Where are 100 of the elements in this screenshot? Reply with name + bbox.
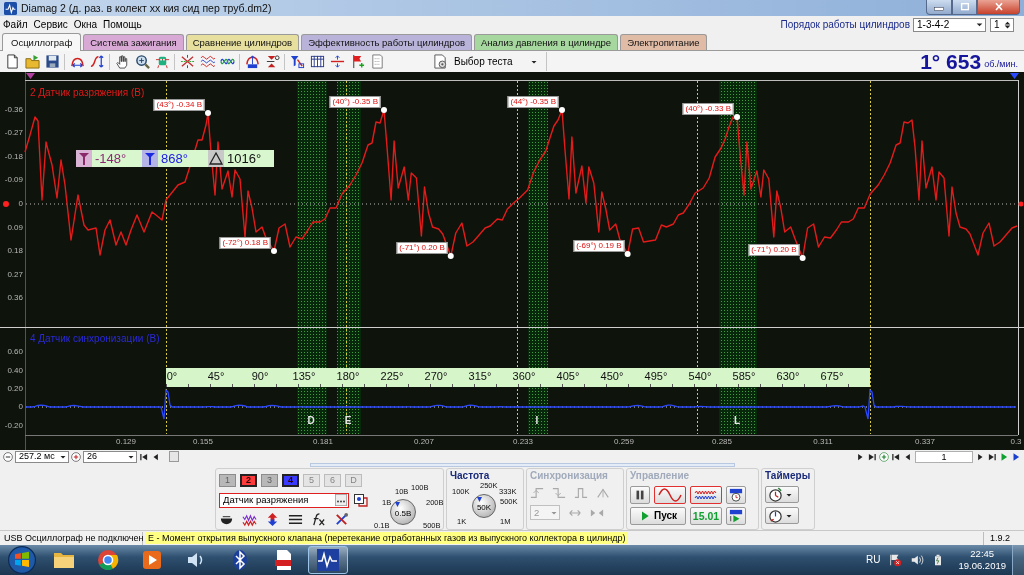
next-icon[interactable] bbox=[975, 451, 985, 462]
degree-label: 675° bbox=[820, 371, 844, 382]
lines-icon[interactable] bbox=[288, 512, 303, 527]
connection-status: USB Осциллограф не подключен bbox=[0, 531, 143, 545]
zoom-in-icon[interactable] bbox=[71, 451, 81, 462]
maximize-button[interactable] bbox=[952, 0, 977, 15]
cross-lines-icon[interactable] bbox=[179, 54, 195, 69]
clock-date[interactable]: 19.06.2019 bbox=[958, 560, 1006, 572]
menu-item[interactable]: Файл bbox=[0, 18, 31, 31]
sine-mode-button[interactable] bbox=[654, 486, 686, 504]
zigzag-icon[interactable] bbox=[242, 512, 257, 527]
tab[interactable]: Эффективность работы цилиндров bbox=[301, 34, 472, 50]
point-marker-icon bbox=[447, 253, 454, 259]
arc-auto-icon[interactable] bbox=[244, 54, 260, 69]
point-marker-icon bbox=[205, 110, 211, 116]
menu-item[interactable]: Окна bbox=[70, 18, 101, 31]
previous-icon[interactable] bbox=[151, 451, 161, 462]
tab[interactable]: Электропитание bbox=[620, 34, 707, 50]
timebase-select[interactable]: 257.2 мс bbox=[15, 450, 69, 463]
waves-icon bbox=[694, 488, 718, 502]
clock-time[interactable]: 22:45 bbox=[970, 548, 995, 560]
tab[interactable]: Осциллограф bbox=[2, 33, 82, 51]
save-icon[interactable] bbox=[44, 54, 60, 69]
clock-icon bbox=[768, 508, 783, 523]
auto-play-button[interactable] bbox=[726, 507, 746, 525]
degree-label: 630° bbox=[776, 371, 800, 382]
table-icon[interactable] bbox=[309, 54, 325, 69]
scroll-thumb[interactable] bbox=[169, 451, 179, 462]
auto-clock-button[interactable] bbox=[726, 486, 746, 504]
frequency-knob[interactable]: 50K bbox=[472, 494, 496, 518]
range-knob[interactable]: 0.5В bbox=[390, 499, 416, 525]
point-marker-icon bbox=[271, 248, 277, 254]
page-field[interactable]: 1 bbox=[915, 450, 973, 463]
divide-icon[interactable] bbox=[329, 54, 345, 69]
previous-icon[interactable] bbox=[903, 451, 913, 462]
tab[interactable]: Сравнение цилиндров bbox=[185, 34, 300, 50]
zero-marker-icon[interactable] bbox=[1018, 201, 1024, 207]
zoom-icon[interactable] bbox=[134, 54, 150, 69]
tools-icon[interactable] bbox=[334, 512, 349, 527]
function-icon[interactable] bbox=[311, 512, 326, 527]
point-marker-icon bbox=[734, 114, 740, 120]
sine-wave-icon bbox=[658, 488, 682, 502]
open-folder-icon[interactable] bbox=[24, 54, 40, 69]
axis-label: 0.09 bbox=[7, 223, 23, 232]
waves-icon[interactable] bbox=[199, 54, 215, 69]
splitter-handle[interactable] bbox=[310, 463, 735, 467]
first-icon[interactable] bbox=[139, 451, 149, 462]
channel-button[interactable]: 2 bbox=[240, 474, 257, 487]
channel-button[interactable]: 3 bbox=[261, 474, 278, 487]
zero-arrows-icon[interactable] bbox=[264, 54, 280, 69]
peak-label: (-71°) 0.20 В bbox=[396, 242, 448, 254]
pause-button[interactable] bbox=[630, 486, 650, 504]
test-select[interactable]: Выбор теста bbox=[427, 52, 547, 71]
start-orb-icon[interactable] bbox=[8, 546, 36, 574]
flag-alert-icon[interactable] bbox=[888, 553, 903, 567]
new-document-icon[interactable] bbox=[4, 54, 20, 69]
updown-arrows-icon[interactable] bbox=[265, 512, 280, 527]
zero-marker-icon[interactable] bbox=[3, 201, 9, 207]
more-icon[interactable] bbox=[335, 494, 347, 506]
timer-button[interactable] bbox=[765, 507, 799, 524]
plot-title: 2 Датчик разряжения (В) bbox=[30, 88, 145, 98]
figure-icon[interactable] bbox=[154, 54, 170, 69]
next-icon[interactable] bbox=[855, 451, 865, 462]
first-icon[interactable] bbox=[891, 451, 901, 462]
show-desktop-button[interactable] bbox=[1012, 545, 1024, 575]
media-play-icon[interactable] bbox=[140, 548, 164, 572]
pointer-icon bbox=[477, 497, 482, 502]
menu-item[interactable]: Помощь bbox=[100, 18, 145, 31]
cylinder-spinner[interactable]: 1 bbox=[990, 17, 1014, 32]
timer-button[interactable] bbox=[765, 486, 799, 503]
scale-select[interactable]: 26 bbox=[83, 450, 137, 463]
minimize-button[interactable] bbox=[926, 0, 952, 15]
curve-arrows-icon[interactable] bbox=[89, 54, 105, 69]
language-indicator[interactable]: RU bbox=[866, 554, 881, 566]
firing-order-label: Порядок работы цилиндров bbox=[780, 18, 910, 31]
zoom-out-icon[interactable] bbox=[3, 451, 13, 462]
hand-icon[interactable] bbox=[114, 54, 130, 69]
round-logo-icon[interactable] bbox=[96, 548, 120, 572]
degree-label: 90° bbox=[251, 371, 269, 382]
phase-label: E bbox=[344, 416, 352, 426]
volume-icon[interactable] bbox=[910, 553, 925, 567]
axis-label: 0.40 bbox=[7, 366, 23, 375]
noise-mode-button[interactable] bbox=[690, 486, 722, 504]
document-gear-icon bbox=[432, 54, 448, 69]
last-icon[interactable] bbox=[867, 451, 877, 462]
tab[interactable]: Система зажигания bbox=[83, 34, 184, 50]
menu-item[interactable]: Сервис bbox=[30, 18, 71, 31]
sensor-field[interactable]: Датчик разряжения bbox=[219, 492, 349, 508]
peak-label: (40°) -0.35 В bbox=[329, 96, 381, 108]
waveform-app-icon[interactable] bbox=[316, 548, 340, 572]
cursor-marker-icon bbox=[76, 150, 92, 167]
tab[interactable]: Анализ давления в цилиндре bbox=[474, 34, 619, 50]
close-button[interactable] bbox=[977, 0, 1020, 15]
last-icon[interactable] bbox=[987, 451, 997, 462]
play-icon[interactable] bbox=[1011, 451, 1021, 462]
plug-icon[interactable] bbox=[353, 492, 369, 508]
firing-order-select[interactable]: 1-3-4-2 bbox=[913, 17, 986, 32]
group-title: Синхронизация bbox=[530, 470, 609, 482]
peak-label: (40°) -0.33 В bbox=[682, 103, 734, 115]
filter-icon[interactable] bbox=[289, 54, 305, 69]
